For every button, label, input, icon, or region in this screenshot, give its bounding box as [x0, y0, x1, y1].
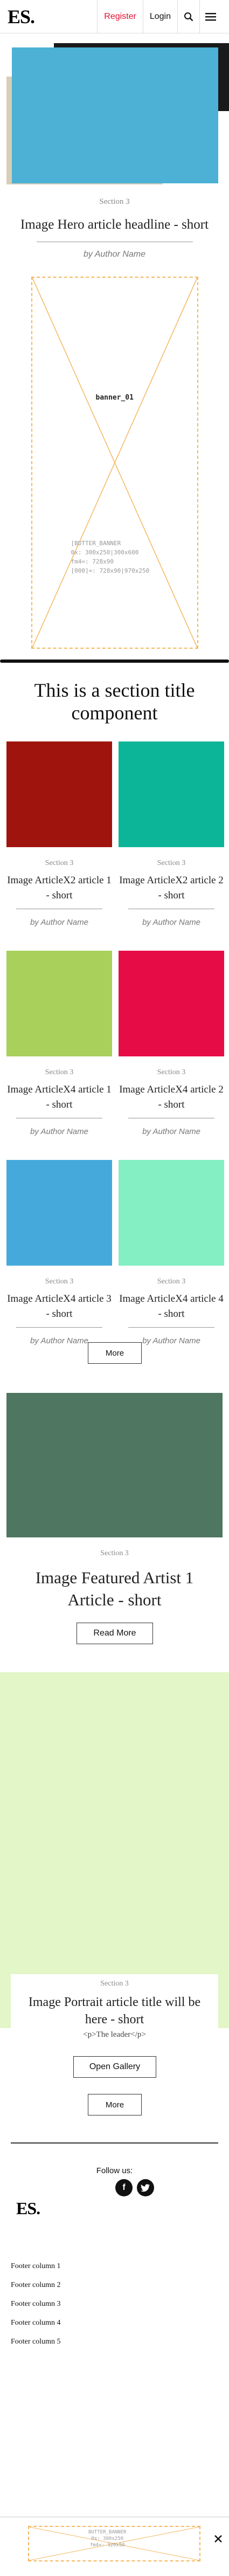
article-card[interactable]: Section 3 Image ArticleX4 article 3 - sh…: [6, 1160, 112, 1345]
banner-info: [BUTTER_BANNER 0x: 300x250|300x600 fm4=:…: [71, 540, 150, 574]
footer-column-link[interactable]: Footer column 5: [11, 2338, 61, 2346]
article-divider: [128, 1327, 214, 1328]
hero-section-label[interactable]: Section 3: [0, 197, 229, 207]
menu-icon[interactable]: [200, 0, 221, 33]
portrait-image[interactable]: Section 3 Image Portrait article title w…: [0, 1672, 229, 2028]
article-headline[interactable]: Image ArticleX4 article 1 - short: [6, 1082, 112, 1112]
article-author[interactable]: by Author Name: [6, 1127, 112, 1136]
more-button[interactable]: More: [88, 2094, 142, 2115]
article-section-label[interactable]: Section 3: [6, 859, 112, 868]
article-author[interactable]: by Author Name: [6, 918, 112, 927]
article-section-label[interactable]: Section 3: [6, 1277, 112, 1286]
article-card[interactable]: Section 3 Image ArticleX4 article 1 - sh…: [6, 951, 112, 1136]
article-headline[interactable]: Image ArticleX4 article 4 - short: [119, 1292, 224, 1322]
footer-column-link[interactable]: Footer column 1: [11, 2262, 61, 2271]
banner-name: banner_01: [95, 394, 134, 402]
article-card[interactable]: Section 3 Image ArticleX2 article 2 - sh…: [119, 741, 224, 927]
article-card[interactable]: Section 3 Image ArticleX4 article 2 - sh…: [119, 951, 224, 1136]
sticky-ad-banner[interactable]: BUTTER_BANNER 0x: 300x250 fm4=: 320x50: [28, 2526, 200, 2561]
site-footer: Follow us: f ES. Footer column 1 Footer …: [0, 2155, 229, 2517]
article-image[interactable]: [119, 741, 224, 847]
article-image[interactable]: [6, 1160, 112, 1266]
header-actions: Register Login: [97, 0, 221, 33]
section-divider: [0, 660, 229, 663]
sticky-ad-bar: BUTTER_BANNER 0x: 300x250 fm4=: 320x50: [0, 2517, 229, 2576]
hero-headline[interactable]: Image Hero article headline - short: [16, 215, 213, 234]
login-link[interactable]: Login: [143, 12, 177, 22]
follow-label: Follow us:: [96, 2166, 133, 2175]
featured-image[interactable]: [6, 1393, 223, 1537]
featured-section: Section 3 Image Featured Artist 1 Articl…: [0, 1393, 229, 1652]
article-section-label[interactable]: Section 3: [119, 1277, 224, 1286]
article-grid: Section 3 Image ArticleX2 article 1 - sh…: [0, 741, 229, 1372]
portrait-actions: <p>The leader</p> Open Gallery More: [0, 2028, 229, 2155]
search-icon[interactable]: [178, 0, 199, 33]
site-header: ES. Register Login: [0, 0, 229, 33]
article-image[interactable]: [119, 951, 224, 1056]
banner-placeholder-cross: [32, 278, 197, 648]
article-card[interactable]: Section 3 Image ArticleX2 article 1 - sh…: [6, 741, 112, 927]
social-links: f: [115, 2179, 154, 2196]
article-headline[interactable]: Image ArticleX2 article 2 - short: [119, 873, 224, 903]
article-author[interactable]: by Author Name: [119, 918, 224, 927]
twitter-icon[interactable]: [137, 2179, 154, 2196]
article-headline[interactable]: Image ArticleX4 article 2 - short: [119, 1082, 224, 1112]
register-link[interactable]: Register: [98, 12, 143, 22]
portrait-section-label[interactable]: Section 3: [0, 1980, 229, 1988]
footer-logo[interactable]: ES.: [16, 2199, 40, 2218]
featured-headline[interactable]: Image Featured Artist 1 Article - short: [16, 1567, 213, 1611]
facebook-icon[interactable]: f: [115, 2179, 133, 2196]
hero-image[interactable]: [0, 43, 229, 190]
featured-section-label[interactable]: Section 3: [0, 1549, 229, 1558]
read-more-button[interactable]: Read More: [77, 1623, 153, 1644]
close-icon[interactable]: [212, 2532, 225, 2545]
article-headline[interactable]: Image ArticleX2 article 1 - short: [6, 873, 112, 903]
article-headline[interactable]: Image ArticleX4 article 3 - short: [6, 1292, 112, 1322]
article-divider: [16, 1327, 102, 1328]
article-image[interactable]: [119, 1160, 224, 1266]
article-section-label[interactable]: Section 3: [119, 859, 224, 868]
footer-column-link[interactable]: Footer column 4: [11, 2319, 61, 2327]
article-section-label[interactable]: Section 3: [6, 1068, 112, 1077]
footer-column-link[interactable]: Footer column 3: [11, 2300, 61, 2309]
footer-column-link[interactable]: Footer column 2: [11, 2281, 61, 2290]
portrait-headline[interactable]: Image Portrait article title will be her…: [18, 1994, 211, 2028]
ad-banner[interactable]: banner_01 [BUTTER_BANNER 0x: 300x250|300…: [31, 277, 198, 649]
article-card[interactable]: Section 3 Image ArticleX4 article 4 - sh…: [119, 1160, 224, 1345]
more-button[interactable]: More: [88, 1342, 142, 1364]
sticky-ad-info: BUTTER_BANNER 0x: 300x250 fm4=: 320x50: [88, 2530, 127, 2548]
article-author[interactable]: by Author Name: [119, 1127, 224, 1136]
hero-author[interactable]: by Author Name: [0, 250, 229, 259]
site-logo[interactable]: ES.: [8, 5, 35, 28]
article-image[interactable]: [6, 951, 112, 1056]
portrait-leader: <p>The leader</p>: [83, 2030, 146, 2039]
footer-divider: [11, 2142, 218, 2144]
article-section-label[interactable]: Section 3: [119, 1068, 224, 1077]
open-gallery-button[interactable]: Open Gallery: [73, 2056, 156, 2078]
article-image[interactable]: [6, 741, 112, 847]
hero-image-main: [12, 47, 218, 183]
section-title: This is a section title component: [34, 679, 195, 724]
